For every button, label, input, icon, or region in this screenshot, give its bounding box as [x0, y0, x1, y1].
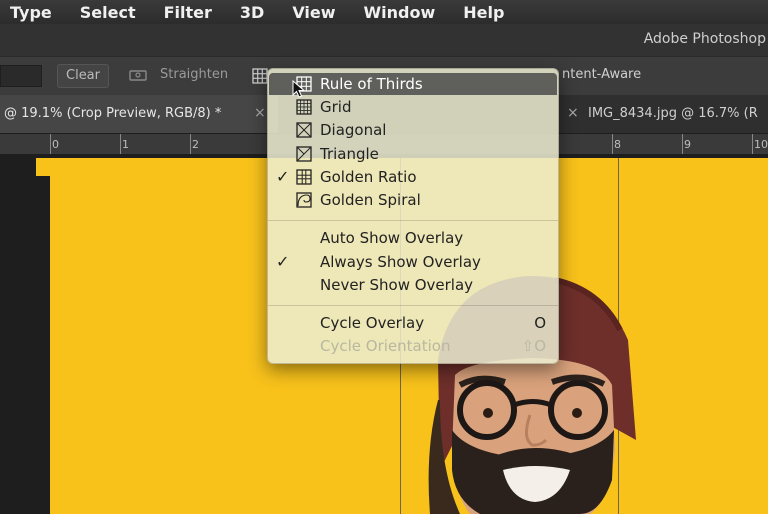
ruler-tick: 1 — [122, 138, 129, 151]
straighten-icon[interactable] — [128, 67, 148, 83]
ratio-input[interactable] — [0, 65, 42, 87]
diagonal-icon — [296, 122, 312, 138]
menu-item-auto-show-overlay[interactable]: Auto Show Overlay — [268, 227, 558, 249]
menu-filter[interactable]: Filter — [164, 3, 212, 22]
menu-item-label: Rule of Thirds — [320, 75, 423, 93]
ruler-mark — [752, 134, 753, 154]
menu-select[interactable]: Select — [80, 3, 136, 22]
menu-item-cycle-orientation: Cycle Orientation ⇧O — [268, 335, 558, 357]
tab-crop-preview-label: @ 19.1% (Crop Preview, RGB/8) * — [4, 106, 222, 121]
menu-item-never-show-overlay[interactable]: Never Show Overlay — [268, 274, 558, 296]
menu-item-label: Auto Show Overlay — [320, 229, 464, 247]
menu-item-label: Never Show Overlay — [320, 276, 474, 294]
menu-item-triangle[interactable]: Triangle — [268, 143, 558, 165]
tab-img-8434[interactable]: IMG_8434.jpg @ 16.7% (R — [588, 106, 758, 121]
grid-icon — [296, 99, 312, 115]
menu-item-golden-spiral[interactable]: Golden Spiral — [268, 189, 558, 211]
crop-overlay-menu: Rule of Thirds Grid Diagonal Triangle ✓ … — [267, 68, 559, 364]
ruler-tick: 10 — [754, 138, 768, 151]
menu-view[interactable]: View — [292, 3, 335, 22]
tab-close-icon[interactable]: × — [567, 105, 579, 121]
menu-separator — [268, 220, 558, 221]
menu-item-label: Cycle Orientation — [320, 337, 451, 355]
golden-spiral-icon — [296, 192, 312, 208]
menu-item-label: Always Show Overlay — [320, 253, 481, 271]
menu-bar: Type Select Filter 3D View Window Help — [0, 0, 768, 24]
golden-ratio-icon — [296, 169, 312, 185]
ruler-mark — [190, 134, 191, 154]
menu-item-label: Golden Ratio — [320, 168, 417, 186]
menu-item-label: Cycle Overlay — [320, 314, 425, 332]
menu-item-label: Triangle — [320, 145, 379, 163]
straighten-label[interactable]: Straighten — [160, 67, 228, 82]
title-strip: Adobe Photoshop — [0, 24, 768, 56]
ruler-tick: 0 — [52, 138, 59, 151]
crop-overlay-guide — [618, 158, 619, 514]
menu-item-grid[interactable]: Grid — [268, 96, 558, 118]
menu-item-always-show-overlay[interactable]: ✓ Always Show Overlay — [268, 251, 558, 273]
content-aware-label[interactable]: ntent-Aware — [562, 67, 641, 82]
menu-item-rule-of-thirds[interactable]: Rule of Thirds — [268, 73, 558, 95]
shortcut-label: ⇧O — [521, 337, 546, 355]
menu-3d[interactable]: 3D — [240, 3, 264, 22]
menu-item-label: Golden Spiral — [320, 191, 421, 209]
ruler-tick: 8 — [614, 138, 621, 151]
menu-item-golden-ratio[interactable]: ✓ Golden Ratio — [268, 166, 558, 188]
ruler-tick: 2 — [192, 138, 199, 151]
ruler-mark — [682, 134, 683, 154]
triangle-icon — [296, 146, 312, 162]
app-title: Adobe Photoshop — [643, 31, 766, 47]
menu-window[interactable]: Window — [364, 3, 436, 22]
ruler-mark — [120, 134, 121, 154]
menu-help[interactable]: Help — [463, 3, 504, 22]
clear-button[interactable]: Clear — [57, 64, 109, 88]
menu-item-label: Diagonal — [320, 121, 387, 139]
menu-item-diagonal[interactable]: Diagonal — [268, 119, 558, 141]
ruler-mark — [50, 134, 51, 154]
mouse-pointer-icon — [292, 80, 306, 98]
tab-close-icon[interactable]: × — [254, 105, 266, 121]
shortcut-label: O — [534, 314, 546, 332]
checkmark-icon: ✓ — [276, 252, 290, 271]
menu-item-label: Grid — [320, 98, 352, 116]
menu-separator — [268, 305, 558, 306]
menu-item-cycle-overlay[interactable]: Cycle Overlay O — [268, 312, 558, 334]
ruler-tick: 9 — [684, 138, 691, 151]
checkmark-icon: ✓ — [276, 167, 290, 186]
ruler-mark — [612, 134, 613, 154]
tab-crop-preview[interactable]: @ 19.1% (Crop Preview, RGB/8) * × — [0, 95, 278, 133]
menu-type[interactable]: Type — [10, 3, 52, 22]
